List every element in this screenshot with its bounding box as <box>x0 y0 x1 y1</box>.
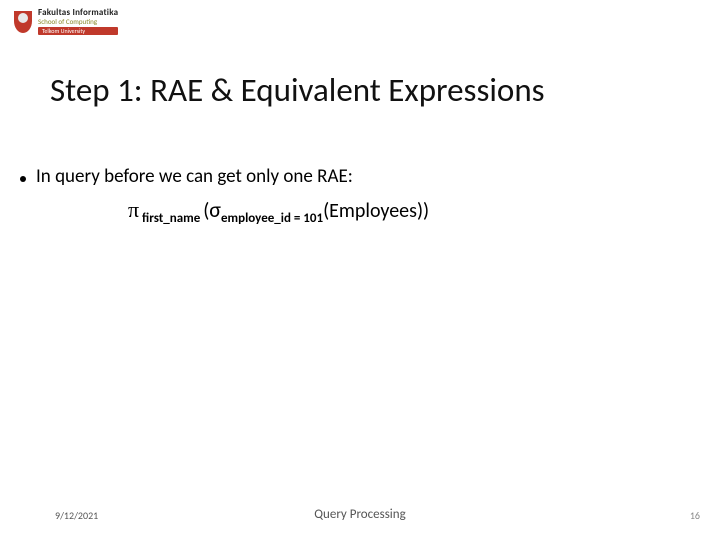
relational-expression: π first_name (σemployee_id = 101(Employe… <box>128 196 690 226</box>
bullet-text: In query before we can get only one RAE: <box>36 165 353 188</box>
logo-line-3: Telkom University <box>38 27 118 35</box>
pi-subscript: first_name <box>139 211 203 226</box>
bullet-item: In query before we can get only one RAE: <box>20 165 690 188</box>
logo-shield-icon <box>14 11 32 33</box>
sigma-symbol: σ <box>209 196 221 223</box>
close-parens: )) <box>417 199 429 223</box>
logo-line-1: Fakultas Informatika <box>38 8 118 17</box>
footer-topic: Query Processing <box>0 507 720 522</box>
pi-symbol: π <box>128 197 139 222</box>
institution-logo: Fakultas Informatika School of Computing… <box>14 8 118 35</box>
bullet-dot-icon <box>20 176 26 182</box>
logo-line-2: School of Computing <box>38 18 118 25</box>
slide-title: Step 1: RAE & Equivalent Expressions <box>50 70 545 110</box>
footer-page-number: 16 <box>690 509 700 522</box>
slide-body: In query before we can get only one RAE:… <box>20 165 690 226</box>
relation-name: Employees <box>329 199 417 223</box>
logo-text-block: Fakultas Informatika School of Computing… <box>38 8 118 35</box>
sigma-subscript: employee_id = 101 <box>221 211 323 226</box>
